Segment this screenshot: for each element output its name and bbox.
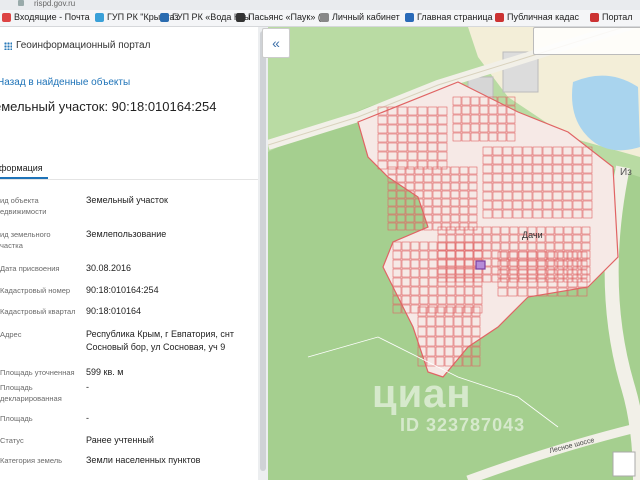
collapse-panel-button[interactable]: « <box>262 28 290 58</box>
info-panel: Геоинформационный портал Назад в найденн… <box>0 27 258 480</box>
bookmark-favicon-icon <box>95 12 104 22</box>
attribute-label: ид земельного частка <box>0 230 51 250</box>
bookmark-item[interactable]: Входящие - Почта <box>2 12 90 22</box>
apps-grid-icon[interactable] <box>4 41 12 50</box>
attribute-label: Адрес <box>0 330 22 339</box>
attribute-label: Площадь декларированная <box>0 383 62 403</box>
bookmark-label: Публичная кадас <box>507 12 580 22</box>
double-chevron-left-icon: « <box>272 35 280 51</box>
attribute-value: - <box>86 413 89 423</box>
attribute-label: ид объекта едвижимости <box>0 196 47 216</box>
bookmark-favicon-icon <box>405 12 414 22</box>
object-title: емельный участок: 90:18:010164:254 <box>0 99 217 114</box>
attribute-label: Площадь <box>0 414 33 423</box>
selected-parcel[interactable] <box>475 260 486 270</box>
watermark-id: ID 323787043 <box>400 415 526 435</box>
attribute-value: 90:18:010164 <box>86 306 142 316</box>
attribute-label: Категория земель <box>0 456 63 465</box>
scrollbar-thumb[interactable] <box>260 31 266 471</box>
bookmark-label: Входящие - Почта <box>14 12 90 22</box>
attribute-label: Площадь уточненная <box>0 368 75 377</box>
attribute-value: Земельный участок <box>86 195 168 205</box>
bookmark-favicon-icon <box>2 12 11 22</box>
back-to-results-link[interactable]: Назад в найденные объекты <box>0 77 130 88</box>
attribute-value: - <box>86 382 89 392</box>
address-bar[interactable]: rispd.gov.ru <box>0 0 640 10</box>
map-label-dachi: Дачи <box>522 230 543 240</box>
attribute-label: Кадастровый квартал <box>0 307 76 316</box>
tab-divider <box>0 179 258 180</box>
bookmark-favicon-icon <box>320 12 329 22</box>
bookmark-label: Главная страница <box>417 12 493 22</box>
bookmark-favicon-icon <box>160 12 169 22</box>
attribute-value: 30.08.2016 <box>86 263 132 273</box>
bookmark-favicon-icon <box>495 12 504 22</box>
bookmark-item[interactable]: Пасьянс «Паук» ( <box>236 12 321 22</box>
bookmark-item[interactable]: Главная страница <box>405 12 493 22</box>
watermark-text: циан <box>372 372 472 416</box>
attribute-value: 599 кв. м <box>86 367 124 377</box>
attribute-value: Республика Крым, г Евпатория, снт Соснов… <box>86 329 234 352</box>
bookmark-label: Портал <box>602 12 633 22</box>
attribute-value: Земли населенных пунктов <box>86 455 201 465</box>
bookmark-item[interactable]: Портал <box>590 12 633 22</box>
panel-scrollbar[interactable] <box>258 27 268 480</box>
bookmark-favicon-icon <box>236 12 245 22</box>
map-label-edge: Из <box>620 167 632 178</box>
bookmark-item[interactable]: Личный кабинет <box>320 12 400 22</box>
attribute-value: 90:18:010164:254 <box>86 285 159 295</box>
bookmark-label: Личный кабинет <box>332 12 400 22</box>
lock-icon <box>18 0 24 6</box>
map-search-box[interactable] <box>533 27 640 55</box>
map-tool-button[interactable] <box>612 451 636 477</box>
bookmark-label: Пасьянс «Паук» ( <box>248 12 321 22</box>
bookmark-favicon-icon <box>590 12 599 22</box>
attribute-label: Кадастровый номер <box>0 286 71 295</box>
tab-information[interactable]: нформация <box>0 163 43 173</box>
bookmark-item[interactable]: Публичная кадас <box>495 12 579 22</box>
attribute-value: Землепользование <box>86 229 167 239</box>
attribute-label: Статус <box>0 436 24 445</box>
attribute-value: Ранее учтенный <box>86 435 154 445</box>
attribute-label: Дата присвоения <box>0 264 60 273</box>
address-url[interactable]: rispd.gov.ru <box>34 0 75 8</box>
bookmarks-bar: Входящие - Почта ГУП РК "Крымгаз ГУП РК «В… <box>0 10 640 27</box>
portal-title: Геоинформационный портал <box>16 40 151 51</box>
portal-header: Геоинформационный портал <box>4 40 150 51</box>
